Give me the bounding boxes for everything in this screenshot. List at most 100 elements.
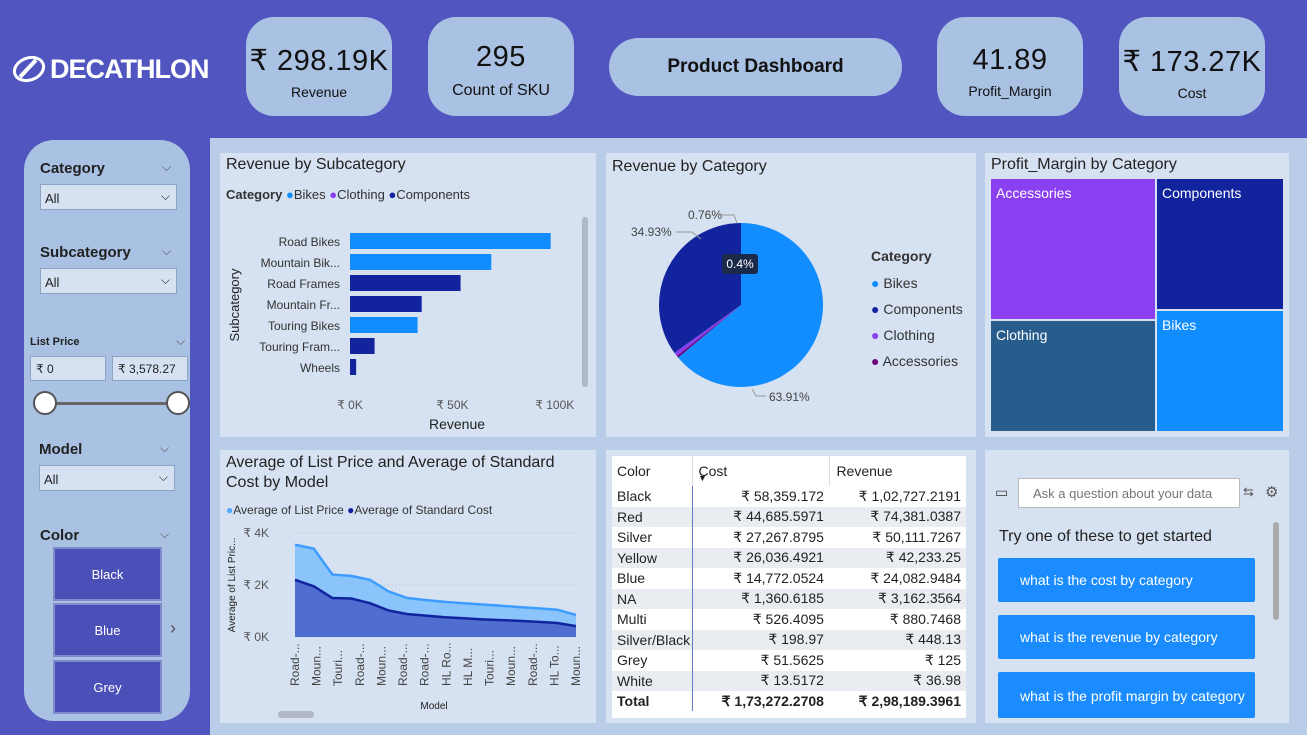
show-all-icon[interactable]: ⇆	[1243, 484, 1254, 500]
x-tick-label: HL Ro...	[439, 642, 453, 686]
legend-title: Category	[871, 248, 932, 264]
x-tick-label: HL To...	[547, 645, 561, 686]
chevron-down-icon[interactable]: ⌵	[162, 160, 171, 175]
bar-category-label: Mountain Bik...	[261, 256, 340, 270]
pie-data-label: 0.76%	[688, 208, 722, 222]
treemap-tile-bikes[interactable]: Bikes	[1157, 311, 1283, 431]
table-row[interactable]: White ₹ 13.5172 ₹ 36.98	[612, 670, 966, 691]
cell-color: Black	[612, 486, 693, 507]
dashboard-title: Product Dashboard	[609, 38, 902, 96]
revenue-by-category-panel: Revenue by Category 63.91% 34.93% 0.76% 0.4…	[606, 153, 976, 437]
kpi-count-sku: 295 Count of SKU	[428, 17, 574, 116]
legend-item: Components	[883, 301, 963, 317]
cell-cost: ₹ 44,685.5971	[733, 508, 824, 525]
cell-cost: ₹ 58,359.172	[741, 487, 824, 504]
bar-category-label: Road Bikes	[279, 235, 340, 249]
table-row[interactable]: Silver ₹ 27,267.8795 ₹ 50,111.7267	[612, 527, 966, 548]
column-header-revenue[interactable]: Revenue	[829, 456, 966, 486]
cell-cost: ₹ 198.97	[768, 631, 824, 648]
chevron-right-icon[interactable]: ›	[170, 618, 176, 639]
x-tick-label: Road-...	[418, 643, 432, 686]
chevron-down-icon[interactable]: ⌵	[162, 244, 171, 259]
model-dropdown[interactable]: All ⌵	[39, 465, 175, 491]
subcategory-bar-chart: Road Bikes Mountain Bik... Road Frames Moun…	[227, 233, 574, 432]
kpi-profit-margin: 41.89 Profit_Margin	[937, 17, 1083, 116]
gear-icon[interactable]: ⚙	[1265, 483, 1278, 501]
chat-icon: ▭	[995, 484, 1009, 500]
revenue-by-subcategory-panel: Revenue by Subcategory Category ●Bikes ●…	[220, 153, 596, 437]
x-tick-label: Touri...	[483, 650, 497, 686]
chevron-down-icon[interactable]: ⌵	[160, 441, 169, 456]
cell-revenue: ₹ 448.13	[905, 631, 961, 648]
table-total-row: Total ₹ 1,73,272.2708 ₹ 2,98,189.3961	[612, 691, 966, 711]
table-row[interactable]: Multi ₹ 526.4095 ₹ 880.7468	[612, 609, 966, 630]
category-dropdown[interactable]: All ⌵	[40, 184, 177, 210]
kpi-value: ₹ 173.27K	[1122, 46, 1262, 78]
cell-revenue: ₹ 125	[924, 651, 961, 668]
table-row[interactable]: Black ₹ 58,359.172 ₹ 1,02,727.2191	[612, 486, 966, 507]
table-row[interactable]: Red ₹ 44,685.5971 ₹ 74,381.0387	[612, 506, 966, 527]
pie-data-label: 34.93%	[631, 225, 672, 239]
price-slider-min-handle[interactable]	[33, 391, 57, 415]
table-row[interactable]: Blue ₹ 14,772.0524 ₹ 24,082.9484	[612, 568, 966, 589]
legend-dot-icon: ●	[871, 275, 880, 291]
horizontal-scrollbar[interactable]	[278, 711, 314, 718]
cell-revenue: ₹ 3,162.3564	[878, 590, 961, 607]
list-price-label: List Price	[30, 336, 80, 348]
legend-item: Clothing	[883, 327, 935, 343]
chevron-down-icon[interactable]: ⌵	[176, 334, 185, 349]
logo-mark-icon	[12, 55, 46, 83]
table-row[interactable]: NA ₹ 1,360.6185 ₹ 3,162.3564	[612, 588, 966, 609]
sort-desc-icon: ▼	[698, 473, 707, 483]
total-revenue: ₹ 2,98,189.3961	[858, 692, 961, 709]
y-axis-label: Average of List Pric...	[227, 538, 238, 633]
color-table-panel: Color Cost ▼ Revenue Black ₹ 58,359.172 ₹ 1…	[606, 450, 976, 723]
kpi-value: 41.89	[972, 44, 1048, 76]
vertical-scrollbar[interactable]	[1273, 522, 1279, 620]
column-header-cost[interactable]: Cost ▼	[691, 456, 830, 486]
cell-color: Silver	[612, 527, 693, 548]
suggestion-cost-by-category[interactable]: what is the cost by category	[998, 558, 1255, 602]
kpi-value: 295	[476, 41, 526, 73]
treemap-tile-components[interactable]: Components	[1157, 179, 1283, 309]
bar-category-label: Wheels	[300, 361, 340, 375]
bar	[350, 317, 418, 333]
bar	[350, 296, 422, 312]
list-price-min-input[interactable]: ₹ 0	[30, 356, 106, 381]
column-header-color[interactable]: Color	[612, 456, 692, 486]
qa-input[interactable]	[1018, 478, 1240, 508]
color-option-grey[interactable]: Grey	[53, 660, 162, 714]
cell-cost: ₹ 26,036.4921	[733, 549, 824, 566]
table-row[interactable]: Yellow ₹ 26,036.4921 ₹ 42,233.25	[612, 547, 966, 568]
profit-margin-treemap-panel: Profit_Margin by Category Accessories Co…	[985, 153, 1289, 437]
price-slider-max-handle[interactable]	[166, 391, 190, 415]
qa-prompt: Try one of these to get started	[999, 528, 1212, 545]
color-option-blue[interactable]: Blue	[53, 603, 162, 657]
bar	[350, 359, 357, 375]
x-tick-label: ₹ 0K	[337, 398, 363, 412]
suggestion-revenue-by-category[interactable]: what is the revenue by category	[998, 615, 1255, 659]
chevron-down-icon: ⌵	[160, 189, 170, 203]
list-price-max-input[interactable]: ₹ 3,578.27	[112, 356, 188, 381]
suggestion-profit-margin-by-category[interactable]: what is the profit margin by category	[998, 672, 1255, 718]
table-row[interactable]: Grey ₹ 51.5625 ₹ 125	[612, 650, 966, 671]
legend-row: ● Accessories	[871, 348, 963, 374]
cell-cost: ₹ 13.5172	[760, 672, 824, 689]
kpi-cost: ₹ 173.27K Cost	[1119, 17, 1265, 116]
subcategory-dropdown[interactable]: All ⌵	[40, 268, 177, 294]
cell-color: White	[612, 670, 693, 691]
cell-revenue: ₹ 74,381.0387	[870, 508, 961, 525]
price-slider-track[interactable]	[46, 402, 178, 405]
color-table: Color Cost ▼ Revenue Black ₹ 58,359.172 ₹ 1…	[612, 456, 966, 718]
color-option-black[interactable]: Black	[53, 547, 162, 601]
x-tick-label: Touri...	[331, 650, 345, 686]
cell-color: NA	[612, 588, 693, 609]
subcategory-dropdown-value: All	[45, 275, 60, 290]
treemap-tile-clothing[interactable]: Clothing	[991, 321, 1155, 431]
chevron-down-icon[interactable]: ⌵	[160, 527, 169, 542]
treemap-tile-accessories[interactable]: Accessories	[991, 179, 1155, 319]
bar	[350, 233, 551, 249]
x-tick-label: Moun...	[310, 646, 324, 686]
table-row[interactable]: Silver/Black ₹ 198.97 ₹ 448.13	[612, 629, 966, 650]
vertical-scrollbar[interactable]	[582, 217, 588, 387]
